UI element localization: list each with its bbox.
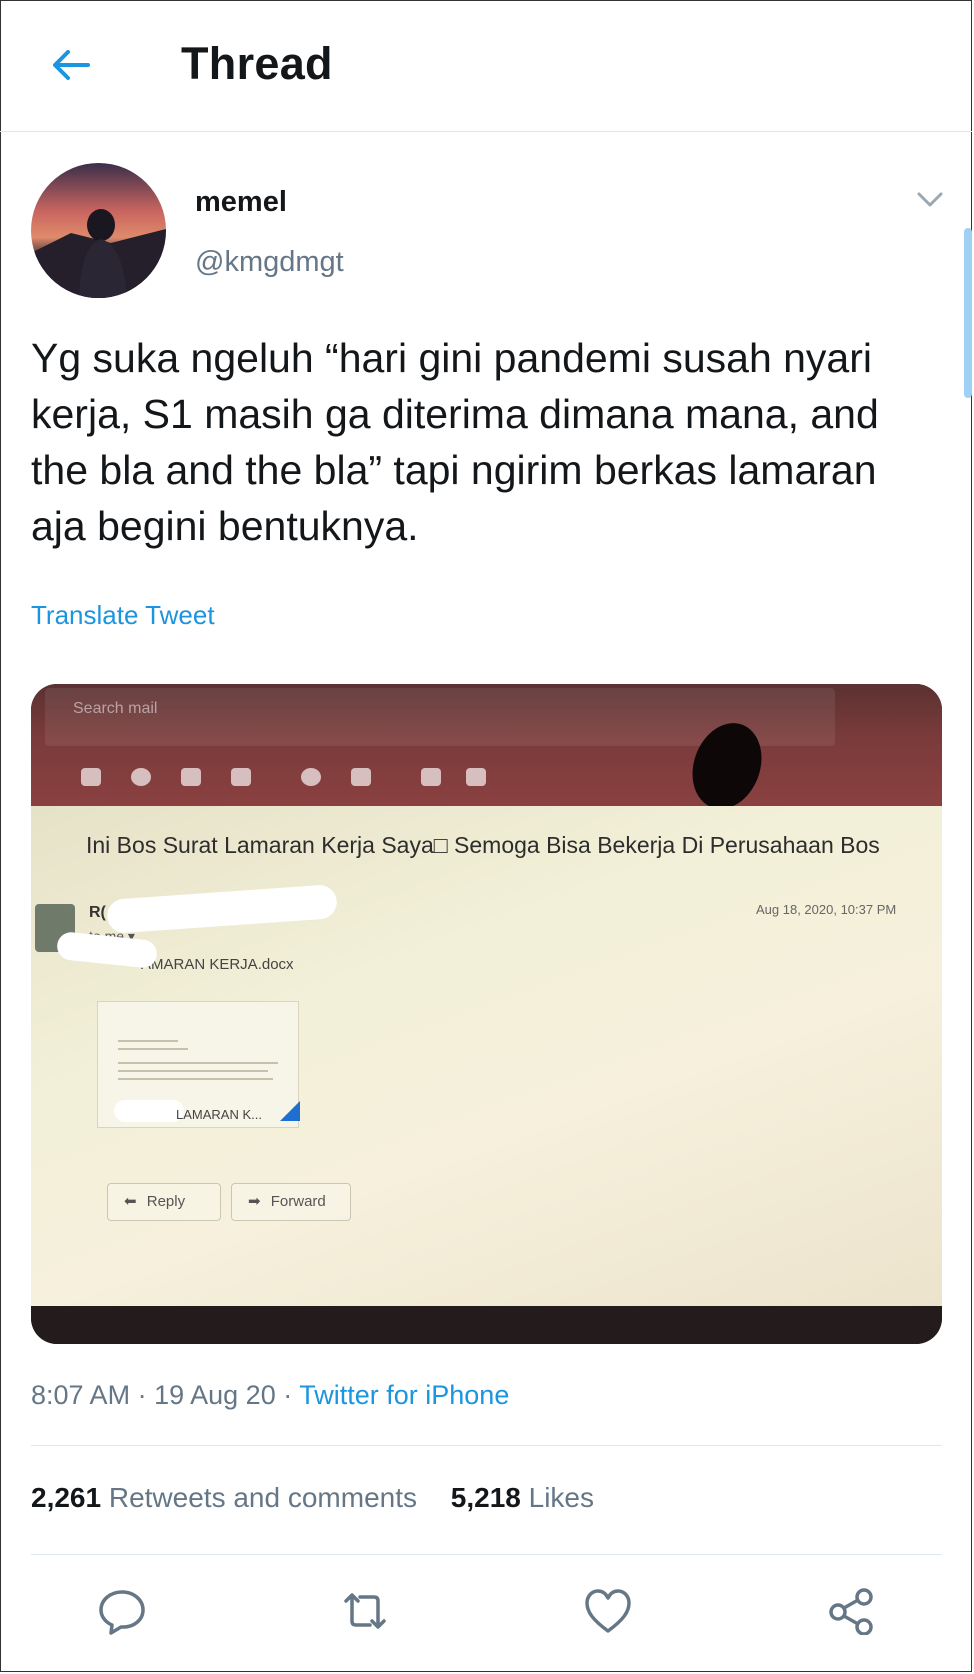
trash-icon [181,768,201,786]
avatar[interactable] [31,163,166,298]
retweets-label: Retweets and comments [108,1482,417,1513]
photo-reply-button: ⬅ Reply [107,1183,221,1221]
move-icon [421,768,441,786]
arrow-left-icon[interactable] [48,42,94,88]
photo-email-date: Aug 18, 2020, 10:37 PM [756,902,897,917]
archive-icon [81,768,101,786]
photo-attachment-preview: LAMARAN K... [97,1001,300,1128]
display-name[interactable]: memel [195,186,287,219]
tweet-time: 8:07 AM [31,1380,131,1410]
photo-mail-toolbar [81,768,561,788]
user-handle[interactable]: @kmgdmgt [195,246,344,279]
clock-icon [301,768,321,786]
redaction-mark [55,930,159,970]
photo-attachment-name: AMARAN KERJA.docx [141,956,294,973]
tweet-photo[interactable]: Search mail Ini Bos Surat Lamaran Kerja … [31,684,942,1344]
tweet-meta: 8:07 AM · 19 Aug 20 · Twitter for iPhone [31,1380,509,1411]
page-title: Thread [181,38,333,89]
task-icon [351,768,371,786]
word-doc-icon [280,1101,300,1121]
translate-tweet-link[interactable]: Translate Tweet [31,600,215,631]
retweet-icon[interactable] [340,1587,390,1635]
photo-email-subject: Ini Bos Surat Lamaran Kerja Saya□ Semoga… [86,832,880,858]
scrollbar[interactable] [964,228,972,398]
reply-arrow-icon: ⬅ [124,1193,137,1210]
retweets-stat[interactable]: 2,261 Retweets and comments [31,1482,417,1513]
tweet-stats: 2,261 Retweets and comments 5,218 Likes [31,1482,594,1514]
likes-label: Likes [528,1482,595,1513]
share-icon[interactable] [826,1587,876,1635]
meta-separator: · [137,1380,147,1410]
tweet-date: 19 Aug 20 [154,1380,276,1410]
meta-separator: · [283,1380,293,1410]
photo-sender: R( [89,904,106,921]
redaction-mark [106,884,338,934]
photo-forward-button: ➡ Forward [231,1183,351,1221]
photo-search-placeholder: Search mail [73,700,158,717]
spam-icon [131,768,151,786]
tweet-source-link[interactable]: Twitter for iPhone [299,1380,509,1410]
photo-forward-label: Forward [270,1193,326,1210]
label-icon [466,768,486,786]
forward-arrow-icon: ➡ [248,1193,261,1210]
retweets-count: 2,261 [31,1482,102,1513]
divider [31,1445,942,1446]
likes-stat[interactable]: 5,218 Likes [451,1482,594,1513]
like-icon[interactable] [583,1587,633,1635]
photo-doc-label: LAMARAN K... [176,1107,262,1122]
chevron-down-icon[interactable] [916,190,944,210]
likes-count: 5,218 [450,1482,521,1513]
photo-email-view: Ini Bos Surat Lamaran Kerja Saya□ Semoga… [31,806,942,1306]
mail-icon [231,768,251,786]
photo-reply-label: Reply [146,1193,186,1210]
top-bar: Thread [0,0,972,132]
reply-icon[interactable] [97,1587,147,1635]
tweet-text: Yg suka ngeluh “hari gini pandemi susah … [31,335,879,549]
divider [31,1554,942,1555]
redaction-mark [114,1100,184,1122]
photo-laptop-bezel [31,1306,942,1344]
photo-gmail-toolbar: Search mail [31,684,942,819]
